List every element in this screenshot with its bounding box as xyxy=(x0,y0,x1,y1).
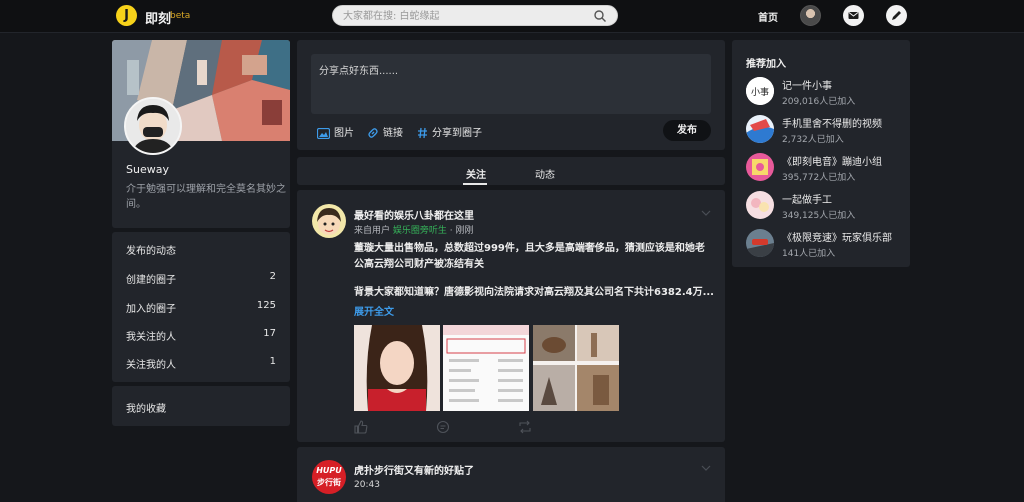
stat-label: 我关注的人 xyxy=(126,332,176,343)
stat-created-circles[interactable]: 创建的圈子 2 xyxy=(126,271,276,286)
search-box[interactable] xyxy=(332,5,618,26)
stat-label: 创建的圈子 xyxy=(126,275,176,286)
post-image[interactable] xyxy=(443,325,529,411)
profile-avatar[interactable] xyxy=(124,97,182,155)
post-image[interactable] xyxy=(354,325,440,411)
circle-icon xyxy=(746,153,774,181)
hashtag-icon xyxy=(418,127,427,139)
composer-card: 图片 链接 分享到圈子 发布 xyxy=(297,40,725,150)
recommend-card: 推荐加入 小事 记一件小事 209,016人已加入 手机里舍不得删的视频 2,7… xyxy=(732,40,910,267)
recommend-count: 349,125人已加入 xyxy=(782,211,856,221)
recommend-name: 《即刻电音》蹦迪小组 xyxy=(782,157,882,168)
chevron-down-icon[interactable] xyxy=(701,465,711,471)
stat-value: 1 xyxy=(269,356,276,367)
image-icon xyxy=(316,127,331,139)
feed-tabs: 关注 动态 xyxy=(297,157,725,185)
pencil-icon xyxy=(892,11,901,20)
add-image-button[interactable]: 图片 xyxy=(316,124,354,139)
circle-icon xyxy=(746,229,774,257)
post-title[interactable]: 虎扑步行街又有新的好贴了 xyxy=(354,462,474,477)
post-image[interactable] xyxy=(533,325,619,411)
user-avatar[interactable] xyxy=(800,5,821,26)
link-icon xyxy=(368,128,378,138)
profile-bio: 介于勉强可以理解和完全莫名其妙之间。 xyxy=(126,184,286,210)
composer-input[interactable] xyxy=(319,62,699,106)
avatar-logo-text: 步行街 xyxy=(317,478,341,487)
stat-label: 关注我的人 xyxy=(126,360,176,371)
share-to-circle-button[interactable]: 分享到圈子 xyxy=(417,124,482,139)
feed-post: HUPU 步行街 虎扑步行街又有新的好贴了 20:43 xyxy=(297,447,725,502)
post-time: 20:43 xyxy=(354,480,380,490)
circle-icon: 小事 xyxy=(746,77,774,105)
stat-label: 加入的圈子 xyxy=(126,304,176,315)
favorites-card: 我的收藏 xyxy=(112,386,290,426)
stat-value: 125 xyxy=(256,300,276,311)
tab-following[interactable]: 关注 xyxy=(466,166,486,181)
profile-name[interactable]: Sueway xyxy=(126,163,169,176)
search-input[interactable] xyxy=(343,9,583,23)
recommend-name: 《极限竞速》玩家俱乐部 xyxy=(782,233,892,244)
profile-stats-card: 发布的动态 创建的圈子 2 加入的圈子 125 我关注的人 17 关注我的人 1 xyxy=(112,232,290,382)
stat-joined-circles[interactable]: 加入的圈子 125 xyxy=(126,300,276,315)
compose-button[interactable] xyxy=(886,5,907,26)
active-tab-indicator xyxy=(463,183,487,185)
circle-avatar[interactable]: HUPU 步行街 xyxy=(312,460,346,494)
top-bar: J 即刻 beta 首页 xyxy=(0,0,1024,33)
app-name[interactable]: 即刻 xyxy=(145,8,171,27)
post-title[interactable]: 最好看的娱乐八卦都在这里 xyxy=(354,207,474,222)
stat-value: 17 xyxy=(263,328,276,339)
repost-icon[interactable] xyxy=(518,420,532,434)
chevron-down-icon[interactable] xyxy=(701,210,711,216)
circle-icon xyxy=(746,191,774,219)
svg-text:小事: 小事 xyxy=(751,86,769,98)
recommend-name: 记一件小事 xyxy=(782,81,832,92)
stat-followers[interactable]: 关注我的人 1 xyxy=(126,356,276,371)
publish-button[interactable]: 发布 xyxy=(663,120,711,141)
recommend-count: 209,016人已加入 xyxy=(782,97,856,107)
activity-link[interactable]: 发布的动态 xyxy=(126,242,176,257)
recommend-count: 141人已加入 xyxy=(782,249,836,259)
expand-post-link[interactable]: 展开全文 xyxy=(354,303,394,318)
post-meta: 来自用户 娱乐圈旁听生 · 刚刚 xyxy=(354,226,474,236)
beta-badge: beta xyxy=(170,11,191,21)
circle-icon xyxy=(746,115,774,143)
feed-post: 最好看的娱乐八卦都在这里 来自用户 娱乐圈旁听生 · 刚刚 董璇大量出售物品，总… xyxy=(297,190,725,442)
composer-box[interactable] xyxy=(311,54,711,114)
messages-button[interactable] xyxy=(843,5,864,26)
add-link-button[interactable]: 链接 xyxy=(367,124,403,139)
favorites-link[interactable]: 我的收藏 xyxy=(126,400,166,415)
recommend-count: 395,772人已加入 xyxy=(782,173,856,183)
like-icon[interactable] xyxy=(354,420,368,434)
stat-value: 2 xyxy=(269,271,276,282)
logo-icon[interactable]: J xyxy=(116,5,137,26)
avatar-logo-text: HUPU xyxy=(316,466,342,475)
tab-moments[interactable]: 动态 xyxy=(535,166,555,181)
nav-home-link[interactable]: 首页 xyxy=(758,9,778,24)
profile-card: Sueway 介于勉强可以理解和完全莫名其妙之间。 xyxy=(112,40,290,228)
post-topic-link[interactable]: 娱乐圈旁听生 xyxy=(393,226,447,236)
stat-following[interactable]: 我关注的人 17 xyxy=(126,328,276,343)
search-icon[interactable] xyxy=(593,9,607,23)
recommend-name: 一起做手工 xyxy=(782,195,832,206)
recommend-name: 手机里舍不得删的视频 xyxy=(782,119,882,130)
circle-avatar[interactable] xyxy=(312,204,346,238)
recommend-count: 2,732人已加入 xyxy=(782,135,844,145)
post-body-text: 背景大家都知道嘛？唐德影视向法院请求对高云翔及其公司名下共计6382.4万... xyxy=(354,287,714,298)
comment-icon[interactable] xyxy=(436,420,450,434)
post-body-text: 董璇大量出售物品，总数超过999件，且大多是高端奢侈品，猜测应该是和她老公高云翔… xyxy=(354,243,705,270)
mail-icon xyxy=(848,12,859,19)
recommend-title: 推荐加入 xyxy=(746,59,786,70)
